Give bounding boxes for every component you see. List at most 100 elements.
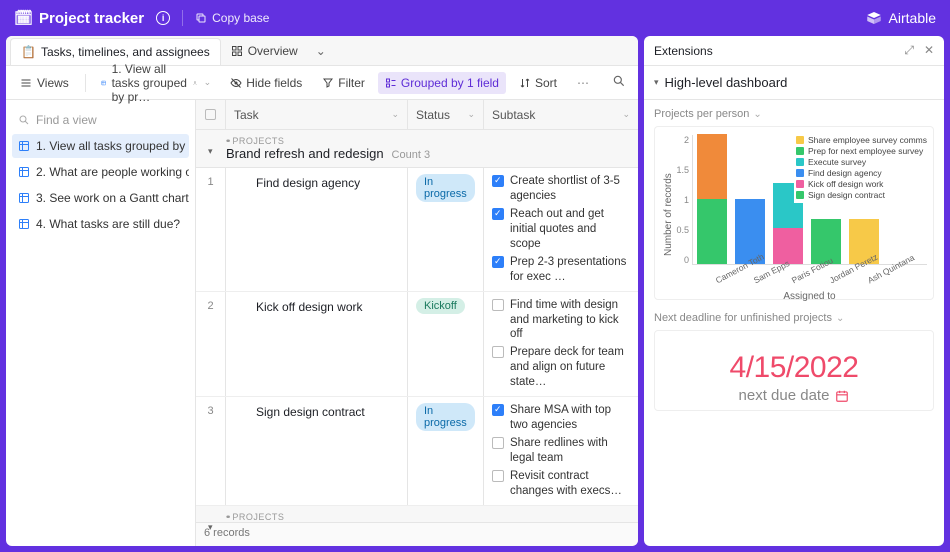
group-header[interactable]: PROJECTS ▾Brand refresh and redesign Cou… <box>196 130 638 168</box>
hide-fields-button[interactable]: Hide fields <box>223 72 309 94</box>
caret-icon: ▾ <box>654 77 659 88</box>
expand-icon[interactable]: ⤢ <box>904 43 914 58</box>
subtask-cell[interactable]: Find time with design and marketing to k… <box>484 292 638 397</box>
divider <box>182 10 183 26</box>
checkbox-icon[interactable] <box>492 470 504 482</box>
sidebar-view-item[interactable]: 4. What tasks are still due? <box>12 212 189 236</box>
subtask-cell[interactable]: Share MSA with top two agenciesShare red… <box>484 397 638 505</box>
x-labels: Cameron TothSam EppsParis FotiouJordan P… <box>692 267 927 277</box>
checkbox-icon[interactable] <box>492 346 504 358</box>
brand-logo[interactable]: Airtable <box>865 9 936 27</box>
chevron-down-icon[interactable]: ⌄ <box>467 109 475 120</box>
base-emoji-icon: 🗓 <box>14 9 33 27</box>
column-task[interactable]: Task⌄ <box>226 100 408 129</box>
subtask-text: Prep 2-3 presentations for exec … <box>510 255 630 285</box>
group-field-label: PROJECTS <box>226 512 630 522</box>
legend-item: Kick off design work <box>796 179 927 189</box>
checkbox-icon[interactable] <box>492 404 504 416</box>
chevron-down-icon[interactable]: ⌄ <box>391 109 399 120</box>
legend-item: Share employee survey comms <box>796 135 927 145</box>
calendar-icon <box>835 389 849 403</box>
chart-bars: Share employee survey commsPrep for next… <box>692 135 927 265</box>
checkbox-icon[interactable] <box>492 175 504 187</box>
subtask-cell[interactable]: Create shortlist of 3-5 agenciesReach ou… <box>484 168 638 291</box>
subtask-item[interactable]: Find time with design and marketing to k… <box>492 298 630 343</box>
checkbox-icon[interactable] <box>492 437 504 449</box>
hide-fields-label: Hide fields <box>246 76 302 90</box>
status-cell[interactable]: In progress <box>408 397 484 505</box>
eye-off-icon <box>230 77 242 89</box>
table-area: Task⌄ Status ⌄ Subtask ⌄ PROJECTS ▾Brand r… <box>196 100 638 546</box>
table-row[interactable]: 2 Kick off design work Kickoff Find time… <box>196 292 638 398</box>
group-header[interactable]: PROJECTS ▾Employee satisfaction survey C… <box>196 506 638 522</box>
dashboard-picker[interactable]: ▾ High-level dashboard <box>644 66 944 100</box>
subtask-item[interactable]: Prep 2-3 presentations for exec … <box>492 255 630 285</box>
task-cell[interactable]: Sign design contract <box>226 397 408 505</box>
more-button[interactable]: ⋯ <box>570 72 596 94</box>
column-subtask-label: Subtask <box>492 108 535 122</box>
sidebar-view-label: 4. What tasks are still due? <box>36 217 180 231</box>
subtask-text: Reach out and get initial quotes and sco… <box>510 207 630 252</box>
subtask-item[interactable]: Share MSA with top two agencies <box>492 403 630 433</box>
bar-column <box>697 134 727 264</box>
subtask-item[interactable]: Reach out and get initial quotes and sco… <box>492 207 630 252</box>
view-name-text: 1. View all tasks grouped by pr… <box>112 62 189 104</box>
task-cell[interactable]: Kick off design work <box>226 292 408 397</box>
sidebar-view-item[interactable]: 1. View all tasks grouped by p…✓ <box>12 134 189 158</box>
subtask-item[interactable]: Create shortlist of 3-5 agencies <box>492 174 630 204</box>
status-badge: In progress <box>416 403 475 431</box>
grid-view-icon <box>101 77 106 89</box>
separator <box>85 74 86 92</box>
copy-base-button[interactable]: Copy base <box>195 11 269 25</box>
table-row[interactable]: 1 Find design agency In progress Create … <box>196 168 638 292</box>
sidebar-view-item[interactable]: 3. See work on a Gantt chart <box>12 186 189 210</box>
tab-menu-chevron[interactable]: ⌄ <box>308 38 334 64</box>
chevron-down-icon[interactable]: ⌄ <box>622 109 630 120</box>
subtask-item[interactable]: Revisit contract changes with execs… <box>492 469 630 499</box>
sort-button[interactable]: Sort <box>512 72 564 94</box>
chart-panel-label-text: Projects per person <box>654 108 749 120</box>
filter-icon <box>322 77 334 89</box>
search-button[interactable] <box>608 70 630 95</box>
tab-overview-label: Overview <box>248 44 298 58</box>
column-status-label: Status <box>416 108 450 122</box>
checkbox-icon[interactable] <box>492 299 504 311</box>
status-cell[interactable]: In progress <box>408 168 484 291</box>
table-body[interactable]: PROJECTS ▾Brand refresh and redesign Cou… <box>196 130 638 522</box>
status-cell[interactable]: Kickoff <box>408 292 484 397</box>
sidebar-view-label: 2. What are people working on? <box>36 165 189 179</box>
close-icon[interactable]: ✕ <box>924 43 934 58</box>
subtask-item[interactable]: Prepare deck for team and align on futur… <box>492 345 630 390</box>
group-button[interactable]: Grouped by 1 field <box>378 72 506 94</box>
views-button[interactable]: Views <box>14 72 75 94</box>
chart-panel-label[interactable]: Projects per person <box>654 108 934 120</box>
tab-overview[interactable]: Overview <box>221 38 308 64</box>
table-row[interactable]: 3 Sign design contract In progress Share… <box>196 397 638 506</box>
deadline-panel-label[interactable]: Next deadline for unfinished projects <box>654 312 934 324</box>
select-all-checkbox[interactable] <box>196 100 226 129</box>
status-badge: Kickoff <box>416 298 465 314</box>
info-icon[interactable]: i <box>156 11 170 25</box>
find-view-input[interactable]: Find a view <box>12 108 189 132</box>
copy-base-label: Copy base <box>212 11 269 25</box>
column-subtask[interactable]: Subtask ⌄ <box>484 100 638 129</box>
subtask-item[interactable]: Share redlines with legal team <box>492 436 630 466</box>
group-count: Count 3 <box>392 149 431 161</box>
checkbox-icon[interactable] <box>492 256 504 268</box>
find-view-placeholder: Find a view <box>36 113 97 127</box>
task-cell[interactable]: Find design agency <box>226 168 408 291</box>
base-title[interactable]: 🗓 Project tracker i <box>14 9 170 27</box>
extensions-header: Extensions ⤢ ✕ <box>644 36 944 66</box>
extensions-title: Extensions <box>654 44 713 58</box>
filter-button[interactable]: Filter <box>315 72 372 94</box>
status-badge: In progress <box>416 174 475 202</box>
filter-label: Filter <box>338 76 365 90</box>
sidebar-view-item[interactable]: 2. What are people working on? <box>12 160 189 184</box>
tab-tasks-label: Tasks, timelines, and assignees <box>41 45 210 59</box>
checkbox-icon[interactable] <box>492 208 504 220</box>
x-axis-label: Assigned to <box>692 291 927 302</box>
column-status[interactable]: Status ⌄ <box>408 100 484 129</box>
collapse-icon[interactable]: ▾ <box>208 146 213 157</box>
sort-icon <box>519 77 531 89</box>
legend-item: Sign design contract <box>796 190 927 200</box>
